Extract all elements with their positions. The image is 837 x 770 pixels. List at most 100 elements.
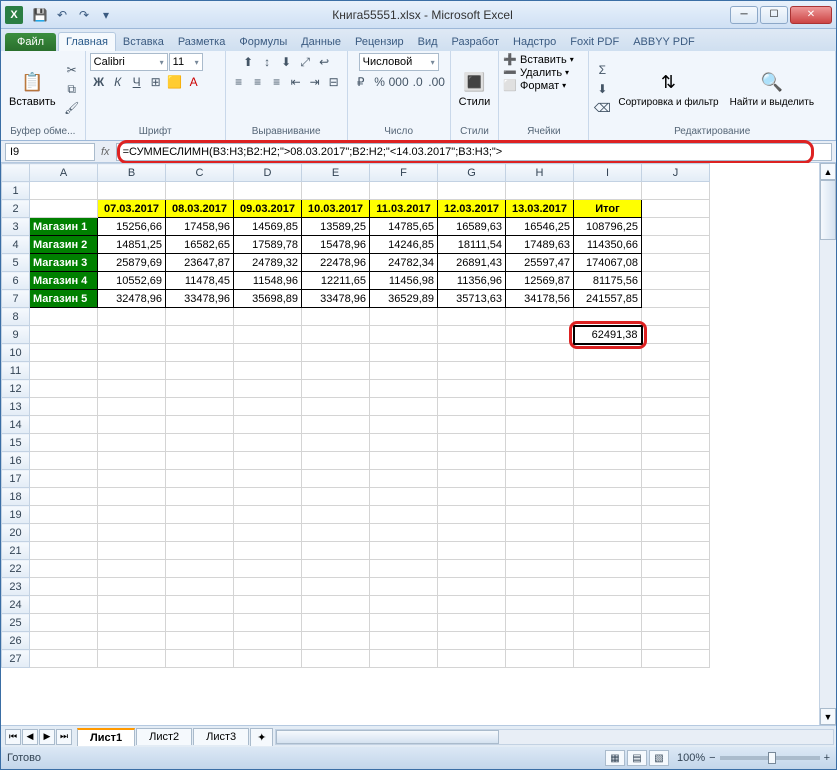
cell-I14[interactable]	[574, 416, 642, 434]
cell-B19[interactable]	[98, 506, 166, 524]
increase-decimal-button[interactable]: .0	[409, 73, 427, 91]
cell-A13[interactable]	[30, 398, 98, 416]
cell-H6[interactable]: 12569,87	[506, 272, 574, 290]
vscroll-thumb[interactable]	[820, 180, 836, 240]
cell-D19[interactable]	[234, 506, 302, 524]
align-center-button[interactable]: ≡	[249, 73, 267, 91]
redo-button[interactable]: ↷	[75, 6, 93, 24]
cell-E18[interactable]	[302, 488, 370, 506]
cell-A6[interactable]: Магазин 4	[30, 272, 98, 290]
sheet-nav-first[interactable]: ⏮	[5, 729, 21, 745]
cell-D1[interactable]	[234, 182, 302, 200]
cell-E1[interactable]	[302, 182, 370, 200]
cell-A5[interactable]: Магазин 3	[30, 254, 98, 272]
format-painter-button[interactable]: 🖌	[63, 99, 81, 117]
cell-G4[interactable]: 18111,54	[438, 236, 506, 254]
cell-B21[interactable]	[98, 542, 166, 560]
cell-H16[interactable]	[506, 452, 574, 470]
scroll-up-button[interactable]: ▲	[820, 163, 836, 180]
cell-C1[interactable]	[166, 182, 234, 200]
row-header-27[interactable]: 27	[2, 650, 30, 668]
row-header-25[interactable]: 25	[2, 614, 30, 632]
cell-E19[interactable]	[302, 506, 370, 524]
cell-D27[interactable]	[234, 650, 302, 668]
cell-B15[interactable]	[98, 434, 166, 452]
cell-I5[interactable]: 174067,08	[574, 254, 642, 272]
row-header-9[interactable]: 9	[2, 326, 30, 344]
cell-C16[interactable]	[166, 452, 234, 470]
row-header-4[interactable]: 4	[2, 236, 30, 254]
find-select-button[interactable]: 🔍 Найти и выделить	[726, 69, 818, 110]
cell-B6[interactable]: 10552,69	[98, 272, 166, 290]
col-header-J[interactable]: J	[642, 164, 710, 182]
row-header-23[interactable]: 23	[2, 578, 30, 596]
scroll-down-button[interactable]: ▼	[820, 708, 836, 725]
cell-A26[interactable]	[30, 632, 98, 650]
cell-G11[interactable]	[438, 362, 506, 380]
row-header-22[interactable]: 22	[2, 560, 30, 578]
cell-F2[interactable]: 11.03.2017	[370, 200, 438, 218]
cell-G20[interactable]	[438, 524, 506, 542]
cell-B4[interactable]: 14851,25	[98, 236, 166, 254]
cell-E17[interactable]	[302, 470, 370, 488]
wrap-text-button[interactable]: ↩	[315, 53, 333, 71]
cell-C13[interactable]	[166, 398, 234, 416]
cell-F11[interactable]	[370, 362, 438, 380]
cut-button[interactable]: ✂	[63, 61, 81, 79]
cell-B27[interactable]	[98, 650, 166, 668]
cell-E6[interactable]: 12211,65	[302, 272, 370, 290]
cell-E27[interactable]	[302, 650, 370, 668]
cell-F19[interactable]	[370, 506, 438, 524]
row-header-12[interactable]: 12	[2, 380, 30, 398]
qat-dropdown-icon[interactable]: ▾	[97, 6, 115, 24]
cell-G1[interactable]	[438, 182, 506, 200]
cell-D17[interactable]	[234, 470, 302, 488]
row-header-26[interactable]: 26	[2, 632, 30, 650]
format-cells-button[interactable]: Формат	[520, 80, 559, 92]
col-header-I[interactable]: I	[574, 164, 642, 182]
cell-G16[interactable]	[438, 452, 506, 470]
cell-A15[interactable]	[30, 434, 98, 452]
formula-bar[interactable]: =СУММЕСЛИМН(B3:H3;B2:H2;">08.03.2017";B2…	[116, 143, 832, 161]
cell-I25[interactable]	[574, 614, 642, 632]
cell-B13[interactable]	[98, 398, 166, 416]
cell-A9[interactable]	[30, 326, 98, 344]
cell-E9[interactable]	[302, 326, 370, 344]
cell-G24[interactable]	[438, 596, 506, 614]
cell-G9[interactable]	[438, 326, 506, 344]
cell-C11[interactable]	[166, 362, 234, 380]
percent-button[interactable]: %	[371, 73, 389, 91]
cell-G3[interactable]: 16589,63	[438, 218, 506, 236]
cell-B25[interactable]	[98, 614, 166, 632]
row-header-18[interactable]: 18	[2, 488, 30, 506]
cell-E12[interactable]	[302, 380, 370, 398]
tab-view[interactable]: Вид	[411, 33, 445, 51]
cell-C14[interactable]	[166, 416, 234, 434]
row-header-15[interactable]: 15	[2, 434, 30, 452]
tab-developer[interactable]: Разработ	[445, 33, 506, 51]
col-header-D[interactable]: D	[234, 164, 302, 182]
zoom-in-button[interactable]: +	[824, 752, 830, 764]
cell-J2[interactable]	[642, 200, 710, 218]
cell-C25[interactable]	[166, 614, 234, 632]
cell-D11[interactable]	[234, 362, 302, 380]
cell-H20[interactable]	[506, 524, 574, 542]
cell-D23[interactable]	[234, 578, 302, 596]
cell-D14[interactable]	[234, 416, 302, 434]
cell-F18[interactable]	[370, 488, 438, 506]
cell-A21[interactable]	[30, 542, 98, 560]
col-header-F[interactable]: F	[370, 164, 438, 182]
cell-I18[interactable]	[574, 488, 642, 506]
cell-J16[interactable]	[642, 452, 710, 470]
cell-E26[interactable]	[302, 632, 370, 650]
cell-J12[interactable]	[642, 380, 710, 398]
cell-B23[interactable]	[98, 578, 166, 596]
cell-C2[interactable]: 08.03.2017	[166, 200, 234, 218]
cell-B1[interactable]	[98, 182, 166, 200]
cell-G18[interactable]	[438, 488, 506, 506]
cell-A8[interactable]	[30, 308, 98, 326]
cell-D18[interactable]	[234, 488, 302, 506]
row-header-1[interactable]: 1	[2, 182, 30, 200]
cell-G15[interactable]	[438, 434, 506, 452]
view-normal-button[interactable]: ▦	[605, 750, 625, 766]
